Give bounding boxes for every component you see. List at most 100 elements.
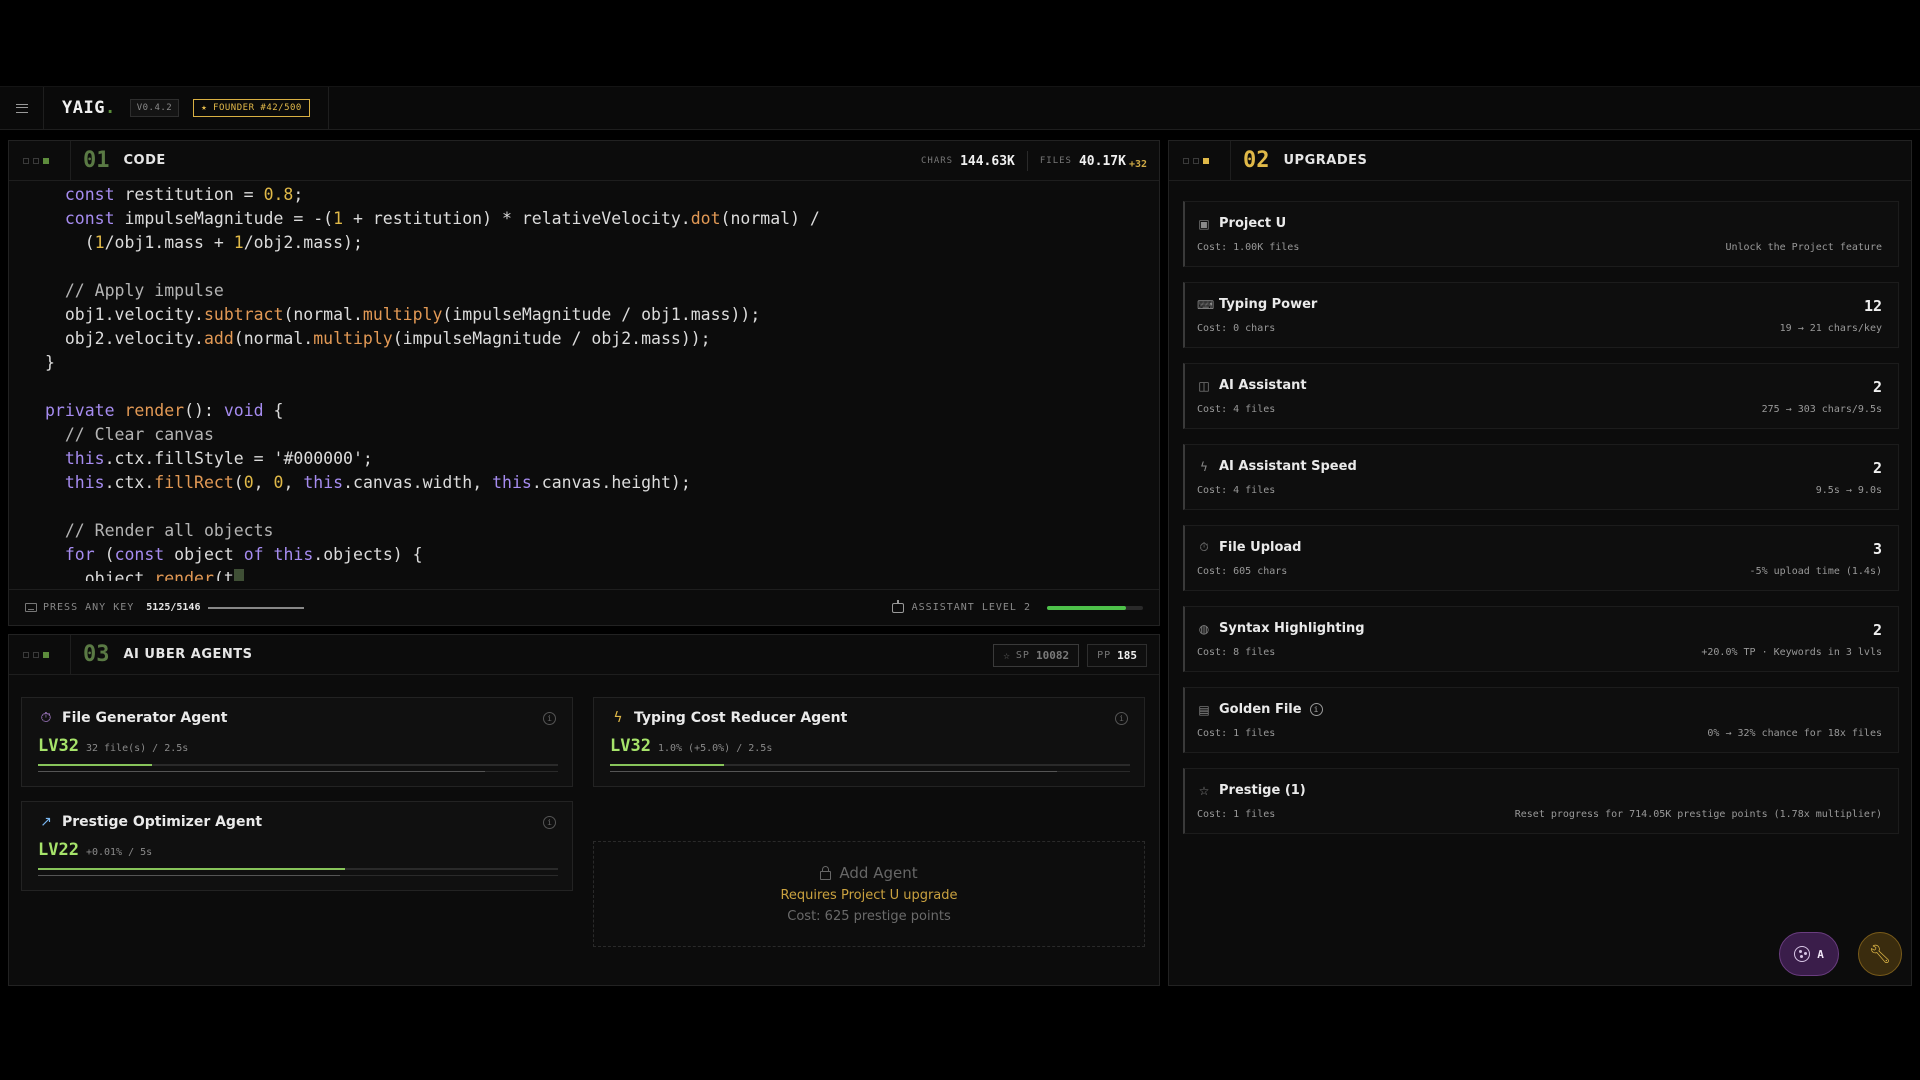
agent-level: LV32 xyxy=(38,736,79,756)
code-editor[interactable]: const restitution = 0.8; const impulseMa… xyxy=(9,181,1159,581)
brand: YAIG. V0.4.2 ★ FOUNDER #42/500 xyxy=(44,86,329,130)
palette-icon: ◍ xyxy=(1198,621,1210,636)
code-panel-header: 01 CODE CHARS 144.63K FILES 40.17K +32 xyxy=(9,140,1159,181)
code-line: } xyxy=(45,353,55,372)
star-icon: ☆ xyxy=(1003,649,1010,662)
add-agent-card[interactable]: Add Agent Requires Project U upgrade Cos… xyxy=(593,841,1145,947)
files-delta: +32 xyxy=(1128,158,1147,170)
code-panel: 01 CODE CHARS 144.63K FILES 40.17K +32 c… xyxy=(8,140,1160,626)
version-badge: V0.4.2 xyxy=(129,99,180,117)
pp-badge: PP 185 xyxy=(1087,644,1147,667)
tools-button[interactable]: 🔧︎ xyxy=(1858,932,1902,976)
assistant-status: ASSISTANT LEVEL 2 xyxy=(891,599,1143,613)
assistant-progress xyxy=(1047,605,1143,610)
panel-number: 02 xyxy=(1243,148,1270,173)
code-footer: PRESS ANY KEY 5125/5146 ASSISTANT LEVEL … xyxy=(9,589,1159,625)
agent-timer xyxy=(38,875,558,876)
upgrade-description: 275 → 303 chars/9.5s xyxy=(1761,404,1882,415)
agent-card[interactable]: ⏱︎ File Generator Agent i LV32 32 file(s… xyxy=(21,697,573,787)
upgrade-name: AI Assistant Speed xyxy=(1219,459,1357,474)
code-line: this.ctx.fillStyle = '#000000'; xyxy=(64,449,373,468)
document-icon: ▤ xyxy=(1198,702,1210,717)
assistant-level-label: ASSISTANT LEVEL 2 xyxy=(911,602,1031,613)
panel-title: CODE xyxy=(123,153,166,168)
theme-label: A xyxy=(1817,947,1824,961)
upgrade-name: Syntax Highlighting xyxy=(1219,621,1365,636)
upgrade-item[interactable]: ϟ AI Assistant Speed Cost: 4 files 2 9.5… xyxy=(1183,444,1899,510)
lightning-icon: ϟ xyxy=(613,710,623,726)
upgrade-description: -5% upload time (1.4s) xyxy=(1749,566,1882,577)
sp-badge: ☆ SP 10082 xyxy=(993,644,1080,667)
agent-timer xyxy=(38,771,558,772)
files-stat: FILES 40.17K +32 xyxy=(1026,151,1159,171)
menu-icon[interactable] xyxy=(0,86,44,130)
app-logo: YAIG. xyxy=(62,98,116,118)
add-agent-requirement: Requires Project U upgrade xyxy=(780,888,958,903)
code-stats: CHARS 144.63K FILES 40.17K +32 xyxy=(909,141,1159,181)
agent-card[interactable]: ↗ Prestige Optimizer Agent i LV22 +0.01%… xyxy=(21,801,573,891)
palette-icon xyxy=(1794,946,1811,962)
info-icon[interactable]: i xyxy=(1309,703,1323,716)
upgrade-name: AI Assistant xyxy=(1219,378,1307,393)
upgrade-level: 2 xyxy=(1872,459,1882,477)
upgrade-item[interactable]: ▣ Project U Cost: 1.00K files Unlock the… xyxy=(1183,201,1899,267)
keyboard-icon xyxy=(25,603,37,612)
upgrade-item[interactable]: ▤ Golden File i Cost: 1 files 0% → 32% c… xyxy=(1183,687,1899,753)
agent-rate: 1.0% (+5.0%) / 2.5s xyxy=(657,743,773,754)
robot-icon xyxy=(891,599,904,613)
info-icon[interactable]: i xyxy=(543,816,556,829)
agent-card[interactable]: ϟ Typing Cost Reducer Agent i LV32 1.0% … xyxy=(593,697,1145,787)
upgrade-item[interactable]: ⌨︎ Typing Power Cost: 0 chars 12 19 → 21… xyxy=(1183,282,1899,348)
upgrade-item[interactable]: ⏱︎ File Upload Cost: 605 chars 3 -5% upl… xyxy=(1183,525,1899,591)
agent-level: LV22 xyxy=(38,840,79,860)
upgrade-description: Unlock the Project feature xyxy=(1725,242,1882,253)
agent-progress xyxy=(38,764,558,766)
agent-level: LV32 xyxy=(610,736,651,756)
code-line: const restitution = 0.8; xyxy=(64,185,304,204)
timer-icon: ⏱︎ xyxy=(1199,540,1209,554)
add-agent-cost: Cost: 625 prestige points xyxy=(787,909,951,924)
panel-title: UPGRADES xyxy=(1283,153,1368,168)
upgrade-description: 19 → 21 chars/key xyxy=(1779,323,1882,334)
files-value: 40.17K xyxy=(1078,153,1126,169)
code-line: // Render all objects xyxy=(64,521,274,540)
star-icon: ☆ xyxy=(1198,783,1210,798)
app-header: YAIG. V0.4.2 ★ FOUNDER #42/500 xyxy=(0,86,1920,130)
lock-icon xyxy=(820,865,832,880)
agent-name: File Generator Agent xyxy=(62,710,228,726)
wrench-icon: 🔧︎ xyxy=(1868,943,1892,965)
upgrade-item[interactable]: ◍ Syntax Highlighting Cost: 8 files 2 +2… xyxy=(1183,606,1899,672)
info-icon[interactable]: i xyxy=(543,712,556,725)
window-dots xyxy=(9,140,71,181)
chars-value: 144.63K xyxy=(960,153,1015,169)
upgrade-name: Project U xyxy=(1219,216,1287,231)
founder-badge: ★ FOUNDER #42/500 xyxy=(193,99,310,117)
code-line: for (const object of this.objects) { xyxy=(64,545,423,564)
code-line: private render(): void { xyxy=(45,401,284,420)
timer-icon: ⏱︎ xyxy=(40,710,52,726)
press-count: 5125/5146 xyxy=(146,602,201,613)
upgrade-description: 0% → 32% chance for 18x files xyxy=(1707,728,1882,739)
upgrade-level: 2 xyxy=(1872,621,1882,639)
agents-panel-header: 03 AI UBER AGENTS ☆ SP 10082 PP 185 xyxy=(9,634,1159,675)
upgrade-cost: Cost: 8 files xyxy=(1197,647,1276,658)
theme-button[interactable]: A xyxy=(1779,932,1839,976)
upgrade-name: File Upload xyxy=(1219,540,1302,555)
window-dots xyxy=(1169,140,1231,181)
info-icon[interactable]: i xyxy=(1115,712,1128,725)
agent-rate: 32 file(s) / 2.5s xyxy=(85,743,189,754)
agent-progress xyxy=(610,764,1130,766)
upgrade-description: 9.5s → 9.0s xyxy=(1815,485,1882,496)
window-dots xyxy=(9,634,71,675)
upgrade-cost: Cost: 1.00K files xyxy=(1197,242,1300,253)
upgrade-item[interactable]: ☆ Prestige (1) Cost: 1 files Reset progr… xyxy=(1183,768,1899,834)
chars-stat: CHARS 144.63K xyxy=(920,153,1015,169)
upgrade-item[interactable]: ◫ AI Assistant Cost: 4 files 2 275 → 303… xyxy=(1183,363,1899,429)
robot-icon: ◫ xyxy=(1198,378,1210,393)
upgrade-name: Golden File xyxy=(1219,702,1302,717)
code-line: this.ctx.fillRect(0, 0, this.canvas.widt… xyxy=(64,473,691,492)
agents-panel: 03 AI UBER AGENTS ☆ SP 10082 PP 185 Add … xyxy=(8,634,1160,986)
